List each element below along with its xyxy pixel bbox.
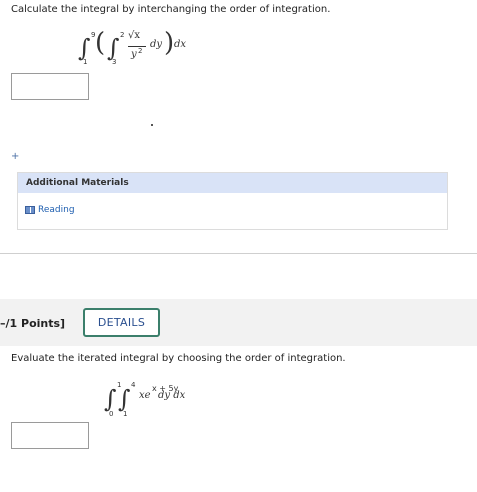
integrand-numerator: √x: [128, 30, 141, 41]
additional-materials-header: Additional Materials: [18, 173, 447, 193]
question-2-answer-input[interactable]: [11, 422, 89, 449]
question-1-answer-input[interactable]: [11, 73, 89, 100]
integrand-2: xe: [139, 390, 151, 401]
inner-integral-sign: ∫: [107, 34, 120, 62]
integrand-denominator: y: [131, 49, 137, 60]
inner-upper-limit-2: 4: [131, 381, 136, 389]
stray-dot: [151, 124, 153, 126]
fraction-bar: [128, 46, 146, 47]
question-1-prompt: Calculate the integral by interchanging …: [11, 4, 331, 15]
points-label: –/1 Points]: [0, 317, 66, 330]
outer-lower-limit: 1: [83, 58, 88, 66]
details-button[interactable]: DETAILS: [83, 308, 160, 337]
question-2-header: [0, 299, 477, 346]
denominator-exponent: 2: [138, 47, 143, 55]
reading-link[interactable]: Reading: [25, 205, 75, 215]
inner-lower-limit: 3: [112, 58, 117, 66]
differentials-2: dy dx: [158, 390, 186, 401]
inner-differential: dy: [150, 39, 163, 50]
outer-integral-sign: ∫: [78, 34, 91, 62]
inner-integral-sign-2: ∫: [118, 385, 131, 413]
outer-differential: dx: [174, 39, 187, 50]
question-2-prompt: Evaluate the iterated integral by choosi…: [11, 353, 346, 364]
outer-integral-sign-2: ∫: [104, 385, 117, 413]
additional-materials-panel: Additional Materials Reading: [17, 172, 448, 230]
divider: [0, 253, 477, 254]
book-icon: [25, 205, 35, 214]
reading-label[interactable]: Reading: [38, 205, 75, 215]
right-paren: ): [164, 28, 175, 58]
inner-lower-limit-2: 1: [123, 410, 128, 418]
expand-plus-icon[interactable]: +: [11, 151, 19, 162]
outer-lower-limit-2: 0: [109, 410, 114, 418]
inner-upper-limit: 2: [120, 31, 125, 39]
left-paren: (: [95, 28, 106, 58]
